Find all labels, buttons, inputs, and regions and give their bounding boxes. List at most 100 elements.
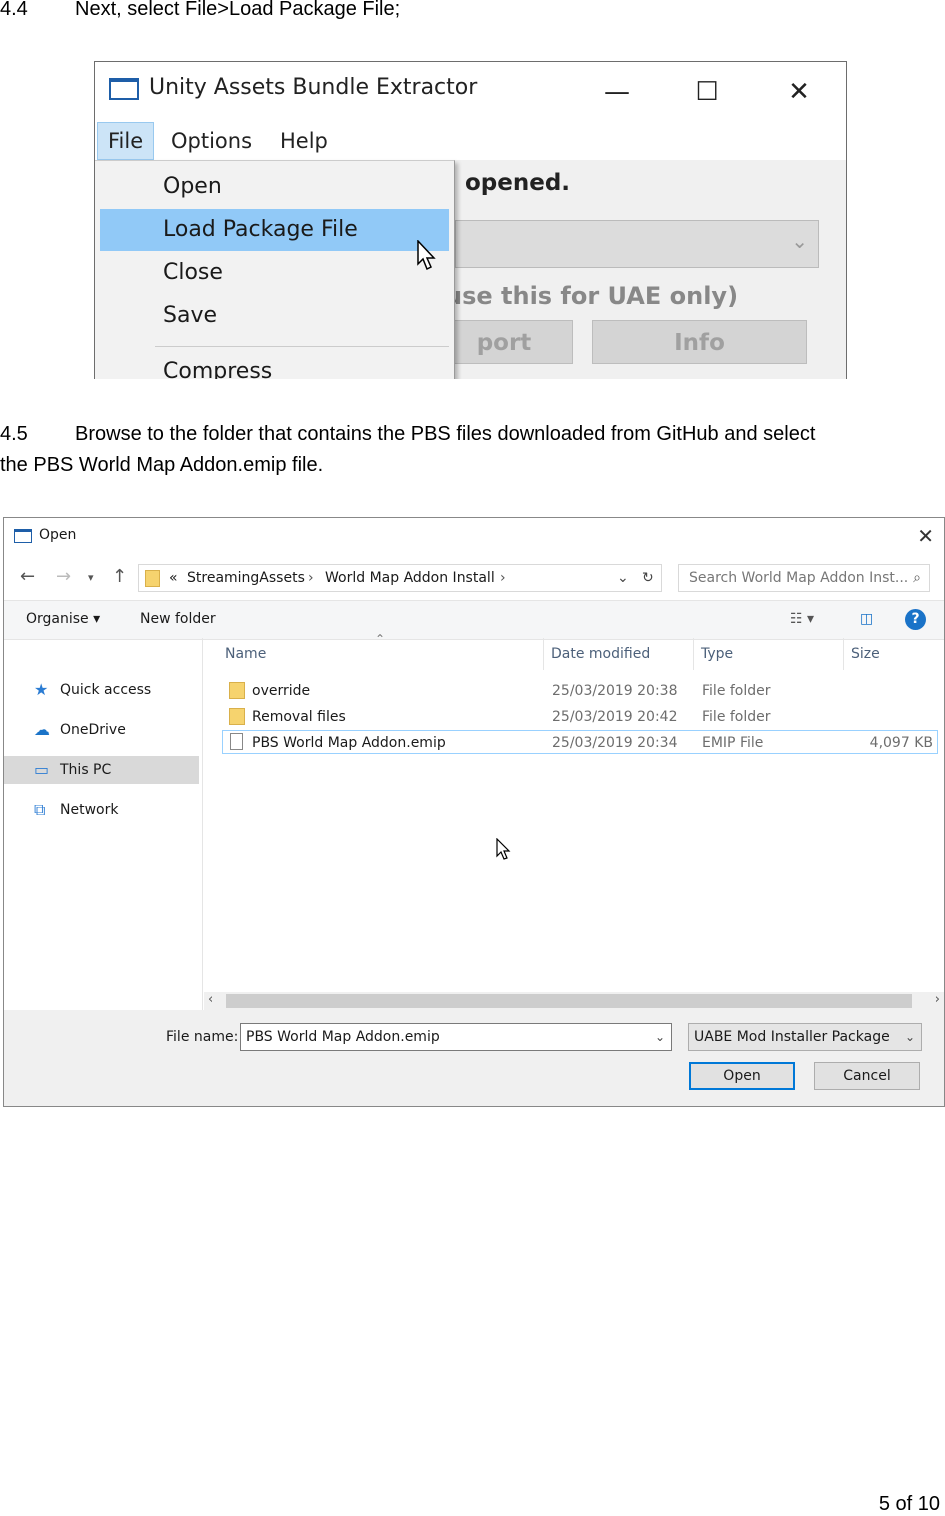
folder-icon <box>145 570 160 587</box>
file-date: 25/03/2019 20:38 <box>552 683 678 699</box>
navigation-pane: ★ Quick access ☁ OneDrive ▭ This PC ⧉ Ne… <box>4 638 203 1010</box>
menu-item-open[interactable]: Open <box>100 166 449 208</box>
preview-pane-icon[interactable]: ◫ <box>860 611 873 627</box>
new-folder-button[interactable]: New folder <box>140 611 216 627</box>
uabe-window-screenshot: Unity Assets Bundle Extractor — ☐ ✕ File… <box>94 61 847 379</box>
dialog-footer: File name: PBS World Map Addon.emip ⌄ UA… <box>4 1010 944 1106</box>
chevron-down-icon[interactable]: ⌄ <box>905 1024 915 1050</box>
scroll-right-icon[interactable]: › <box>935 992 940 1007</box>
file-icon <box>230 733 243 750</box>
file-row-selected[interactable]: PBS World Map Addon.emip 25/03/2019 20:3… <box>222 730 938 754</box>
nav-item-label: Network <box>60 802 119 818</box>
breadcrumb-world-map-addon-install[interactable]: World Map Addon Install <box>325 570 495 586</box>
menu-item-load-package-file[interactable]: Load Package File <box>100 209 449 251</box>
scrollbar-thumb[interactable] <box>226 994 912 1008</box>
menu-bar: File Options Help <box>95 122 846 160</box>
toolbar: Organise ▾ New folder ☷ ▾ ◫ ? <box>4 600 944 640</box>
refresh-icon[interactable]: ↻ <box>642 570 654 586</box>
dialog-title: Open <box>39 527 77 543</box>
nav-item-label: OneDrive <box>60 722 126 738</box>
title-bar: Unity Assets Bundle Extractor — ☐ ✕ <box>95 62 846 122</box>
chevron-down-icon[interactable]: ⌄ <box>655 1024 665 1050</box>
file-row[interactable]: override 25/03/2019 20:38 File folder <box>222 679 938 703</box>
import-button[interactable]: port <box>435 320 573 364</box>
column-divider <box>843 638 844 670</box>
menu-file[interactable]: File <box>97 122 155 160</box>
file-name-field[interactable]: PBS World Map Addon.emip ⌄ <box>240 1023 672 1051</box>
file-name-label: File name: <box>166 1029 239 1045</box>
file-type-select[interactable]: UABE Mod Installer Package ⌄ <box>688 1023 922 1051</box>
close-icon[interactable]: ✕ <box>917 524 934 548</box>
menu-options[interactable]: Options <box>161 122 262 160</box>
address-bar[interactable]: « StreamingAssets › World Map Addon Inst… <box>138 564 662 592</box>
open-button[interactable]: Open <box>689 1062 795 1090</box>
search-input[interactable]: Search World Map Addon Inst... ⌕ <box>678 564 930 592</box>
breadcrumb-overflow[interactable]: « <box>169 570 178 586</box>
sort-up-icon: ⌃ <box>375 632 386 646</box>
close-icon[interactable]: ✕ <box>779 74 819 110</box>
column-header-type[interactable]: Type <box>701 646 733 662</box>
minimize-icon[interactable]: — <box>597 74 637 110</box>
forward-arrow-icon[interactable]: → <box>56 566 71 587</box>
search-placeholder: Search World Map Addon Inst... <box>689 570 909 586</box>
note-text: use this for UAE only) <box>445 282 739 310</box>
search-icon: ⌕ <box>913 570 921 586</box>
open-dialog-screenshot: Open ✕ ← → ▾ ↑ « StreamingAssets › World… <box>3 517 945 1107</box>
column-divider <box>543 638 544 670</box>
page-number: 5 of 10 <box>878 1493 940 1515</box>
menu-separator <box>155 346 449 347</box>
status-text: opened. <box>465 170 571 196</box>
column-header-date-modified[interactable]: Date modified <box>551 646 650 662</box>
step-text: Next, select File>Load Package File; <box>75 0 401 20</box>
background-combo: ⌄ <box>455 220 819 268</box>
step-4-5: 4.5 Browse to the folder that contains t… <box>0 419 945 481</box>
nav-item-network[interactable]: ⧉ Network <box>4 796 199 824</box>
chevron-down-icon[interactable]: ⌄ <box>617 570 629 586</box>
up-arrow-icon[interactable]: ↑ <box>112 566 127 587</box>
nav-item-label: This PC <box>60 762 112 778</box>
nav-item-quick-access[interactable]: ★ Quick access <box>4 676 199 704</box>
step-text-continued: the PBS World Map Addon.emip file. <box>0 454 324 476</box>
breadcrumb-separator-icon: › <box>500 570 506 586</box>
mouse-cursor-icon <box>417 240 436 271</box>
step-4-4: 4.4 Next, select File>Load Package File; <box>0 0 945 25</box>
nav-item-label: Quick access <box>60 682 152 698</box>
back-arrow-icon[interactable]: ← <box>20 566 35 587</box>
help-icon[interactable]: ? <box>905 609 926 630</box>
step-text: Browse to the folder that contains the P… <box>75 423 816 445</box>
step-number: 4.5 <box>0 423 28 445</box>
file-type-value: UABE Mod Installer Package <box>694 1029 890 1045</box>
column-header-name[interactable]: Name <box>225 646 266 662</box>
menu-help[interactable]: Help <box>270 122 338 160</box>
breadcrumb-streamingassets[interactable]: StreamingAssets <box>187 570 305 586</box>
menu-item-close[interactable]: Close <box>100 252 449 294</box>
organise-button[interactable]: Organise ▾ <box>26 611 100 627</box>
network-icon: ⧉ <box>34 800 46 819</box>
recent-chevron-icon[interactable]: ▾ <box>88 571 94 584</box>
mouse-cursor-icon <box>496 838 511 860</box>
window-icon <box>14 529 32 543</box>
nav-item-onedrive[interactable]: ☁ OneDrive <box>4 716 199 744</box>
info-button[interactable]: Info <box>592 320 807 364</box>
file-type: EMIP File <box>702 735 764 751</box>
menu-item-compress[interactable]: Compress <box>100 351 449 379</box>
file-row[interactable]: Removal files 25/03/2019 20:42 File fold… <box>222 705 938 729</box>
file-type: File folder <box>702 709 771 725</box>
window-title: Unity Assets Bundle Extractor <box>149 75 478 100</box>
file-dropdown-menu: Open Load Package File Close Save Compre… <box>95 160 455 379</box>
cancel-button[interactable]: Cancel <box>814 1062 920 1090</box>
file-name: Removal files <box>252 709 346 725</box>
menu-item-save[interactable]: Save <box>100 295 449 337</box>
file-name: PBS World Map Addon.emip <box>252 735 446 751</box>
cloud-icon: ☁ <box>34 720 50 739</box>
view-options-icon[interactable]: ☷ ▾ <box>790 611 814 627</box>
file-name-value: PBS World Map Addon.emip <box>246 1029 440 1045</box>
file-size: 4,097 KB <box>869 735 933 751</box>
nav-item-this-pc[interactable]: ▭ This PC <box>4 756 199 784</box>
horizontal-scrollbar[interactable]: ‹ › <box>204 992 944 1010</box>
chevron-down-icon: ⌄ <box>791 229 808 253</box>
maximize-icon[interactable]: ☐ <box>687 74 727 110</box>
file-date: 25/03/2019 20:34 <box>552 735 678 751</box>
column-header-size[interactable]: Size <box>851 646 880 662</box>
scroll-left-icon[interactable]: ‹ <box>208 992 213 1007</box>
